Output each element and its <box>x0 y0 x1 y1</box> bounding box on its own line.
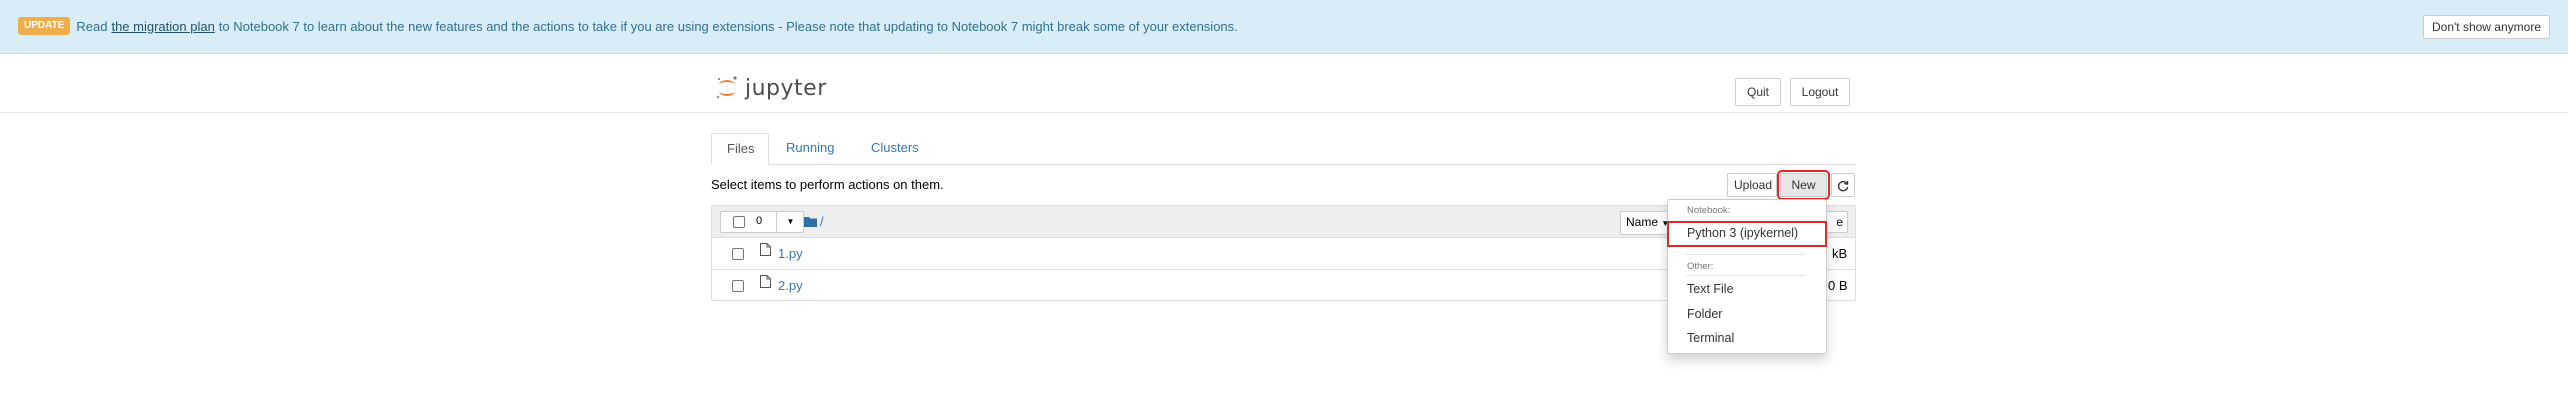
tab-running[interactable]: Running <box>771 133 849 165</box>
folder-icon <box>804 217 817 227</box>
migration-plan-link[interactable]: the migration plan <box>111 19 214 34</box>
sort-label: Name <box>1626 215 1659 229</box>
refresh-icon <box>1837 180 1849 192</box>
file-link[interactable]: 1.py <box>778 246 803 261</box>
selected-count: 0 <box>756 215 763 227</box>
upload-button[interactable]: Upload <box>1727 173 1777 197</box>
update-badge: UPDATE <box>18 17 71 35</box>
select-dropdown-toggle[interactable]: ▼ <box>776 212 804 232</box>
banner-text-before: Read <box>76 18 108 34</box>
refresh-button[interactable] <box>1831 173 1855 197</box>
logout-button[interactable]: Logout <box>1790 78 1850 106</box>
jupyter-logo-icon <box>716 76 737 99</box>
other-section-header: Other: <box>1687 261 1714 272</box>
banner-text-after: to Notebook 7 to learn about the new fea… <box>218 18 1238 34</box>
file-size: 0 B <box>1828 278 1848 293</box>
menu-item-folder[interactable]: Folder <box>1687 307 1722 321</box>
header: jupyter Quit Logout <box>0 54 2568 113</box>
select-all-checkbox[interactable] <box>733 216 745 228</box>
dont-show-anymore-button[interactable]: Don't show anymore <box>2422 15 2550 39</box>
row-checkbox[interactable] <box>732 280 744 292</box>
notebook-section-header: Notebook: <box>1687 205 1731 216</box>
logo-text: jupyter <box>745 75 827 101</box>
update-banner: UPDATE Read the migration plan to Notebo… <box>0 0 2568 54</box>
file-icon <box>760 275 771 288</box>
new-button-label: New <box>1791 178 1816 192</box>
menu-item-text-file[interactable]: Text File <box>1687 282 1734 296</box>
menu-divider <box>1686 254 1806 255</box>
file-link[interactable]: 2.py <box>778 278 803 293</box>
selection-instructions: Select items to perform actions on them. <box>711 177 944 192</box>
tab-files[interactable]: Files <box>711 133 769 165</box>
file-icon <box>760 243 771 256</box>
file-size: kB <box>1832 246 1848 261</box>
row-checkbox[interactable] <box>732 248 744 260</box>
menu-divider <box>1686 275 1806 276</box>
new-dropdown-menu: Notebook: Python 3 (ipykernel) Other: Te… <box>1667 199 1827 354</box>
menu-item-python3-kernel[interactable]: Python 3 (ipykernel) <box>1687 226 1798 240</box>
quit-button[interactable]: Quit <box>1735 78 1781 106</box>
tab-bar: Files Running Clusters <box>711 133 1856 165</box>
menu-item-terminal[interactable]: Terminal <box>1687 331 1734 345</box>
jupyter-logo[interactable]: jupyter <box>715 74 827 102</box>
select-all-box[interactable]: 0 ▼ <box>720 211 804 233</box>
tab-clusters[interactable]: Clusters <box>856 133 934 165</box>
caret-down-icon: ▼ <box>786 217 795 226</box>
banner-message: UPDATE Read the migration plan to Notebo… <box>18 17 1238 35</box>
new-button[interactable]: New ▼ <box>1777 170 1830 213</box>
breadcrumb-root[interactable]: / <box>820 214 824 229</box>
